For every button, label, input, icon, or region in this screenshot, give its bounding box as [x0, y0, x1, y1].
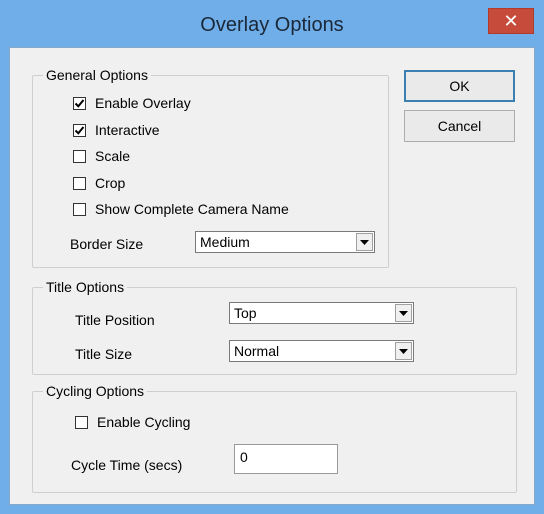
checkbox-label: Interactive — [95, 122, 160, 138]
enable-overlay-checkbox[interactable]: Enable Overlay — [73, 95, 191, 111]
checkbox-box[interactable] — [73, 149, 86, 163]
dialog-window: Overlay Options ✕ General Options Enable… — [0, 0, 544, 514]
cycle-time-value: 0 — [240, 449, 248, 465]
checkbox-label: Crop — [95, 175, 126, 191]
close-button[interactable]: ✕ — [488, 8, 534, 34]
cycling-options-group: Cycling Options — [32, 383, 517, 493]
dialog-client-area: General Options Enable Overlay Interacti… — [9, 47, 535, 505]
title-position-dropdown[interactable]: Top — [229, 302, 414, 324]
cycle-time-input[interactable]: 0 — [234, 444, 338, 474]
interactive-checkbox[interactable]: Interactive — [73, 122, 160, 138]
title-size-label: Title Size — [75, 346, 133, 362]
title-options-label: Title Options — [43, 279, 128, 295]
dropdown-arrow-button[interactable] — [395, 304, 412, 322]
dropdown-arrow-button[interactable] — [356, 233, 373, 251]
chevron-down-icon — [399, 348, 408, 354]
enable-cycling-checkbox[interactable]: Enable Cycling — [75, 414, 190, 430]
chevron-down-icon — [360, 239, 369, 245]
cancel-button[interactable]: Cancel — [404, 110, 515, 142]
checkbox-label: Enable Overlay — [95, 95, 191, 111]
dropdown-arrow-button[interactable] — [395, 342, 412, 360]
cycling-options-label: Cycling Options — [43, 383, 148, 399]
checkbox-label: Show Complete Camera Name — [95, 201, 289, 217]
cycle-time-label: Cycle Time (secs) — [71, 457, 183, 473]
checkbox-box[interactable] — [75, 415, 88, 429]
checkbox-label: Enable Cycling — [97, 414, 191, 430]
checkmark-icon — [74, 98, 85, 108]
checkbox-box[interactable] — [73, 176, 86, 190]
window-title: Overlay Options — [200, 14, 344, 36]
title-position-label: Title Position — [75, 312, 155, 328]
border-size-dropdown[interactable]: Medium — [195, 231, 375, 253]
checkbox-box[interactable] — [73, 96, 86, 110]
crop-checkbox[interactable]: Crop — [73, 175, 125, 191]
scale-checkbox[interactable]: Scale — [73, 148, 130, 164]
checkbox-label: Scale — [95, 148, 131, 164]
dropdown-value: Medium — [200, 234, 250, 250]
close-icon: ✕ — [503, 10, 519, 31]
checkmark-icon — [74, 125, 85, 135]
show-complete-camera-name-checkbox[interactable]: Show Complete Camera Name — [73, 201, 289, 217]
border-size-label: Border Size — [70, 236, 144, 252]
ok-button[interactable]: OK — [404, 70, 515, 102]
dropdown-value: Top — [234, 305, 257, 321]
dropdown-value: Normal — [234, 343, 280, 359]
title-size-dropdown[interactable]: Normal — [229, 340, 414, 362]
checkbox-box[interactable] — [73, 123, 86, 137]
chevron-down-icon — [399, 310, 408, 316]
general-options-label: General Options — [43, 67, 151, 83]
checkbox-box[interactable] — [73, 202, 86, 216]
